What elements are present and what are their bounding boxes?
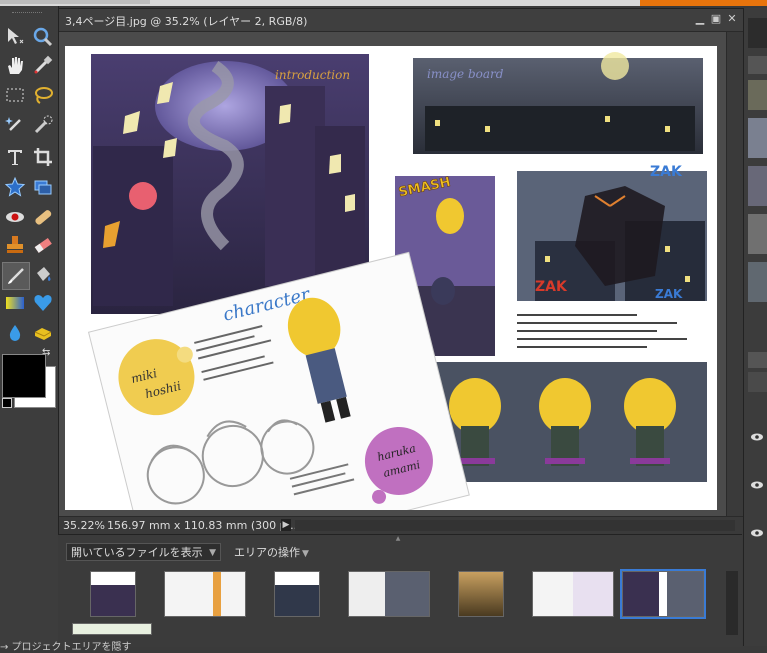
area-action-menu[interactable]: エリアの操作 ▼ [234,544,309,560]
eye-icon[interactable] [750,432,764,442]
document-dimensions: 156.97 mm x 110.83 mm (300 p... [107,519,298,532]
thumbnail-strip [66,567,716,639]
eyedropper-tool-icon[interactable] [30,52,56,78]
eye-icon[interactable] [750,480,764,490]
document-titlebar[interactable]: 3,4ページ目.jpg @ 35.2% (レイヤー 2, RGB/8) ▁ ▣ … [59,9,743,32]
hand-tool-icon[interactable] [2,52,28,78]
thumbnail-3[interactable] [274,571,320,617]
restore-icon[interactable]: ▣ [709,12,723,26]
bin-source-label: 開いているファイルを表示 [71,546,203,559]
quick-selection-tool-icon[interactable] [30,112,56,138]
blur-tool-icon[interactable] [2,320,28,346]
thumbnail-8[interactable] [72,623,152,635]
sfx-zak-2: ZAK [535,279,568,295]
vertical-scrollbar[interactable] [726,32,743,516]
thumbnail-5[interactable] [458,571,504,617]
toolbox-grip[interactable] [12,12,42,15]
board-label: image board [427,67,504,81]
magic-wand-tool-icon[interactable] [2,112,28,138]
brush-tool-icon[interactable] [2,262,30,290]
thumbnail-2[interactable] [164,571,246,617]
foreground-color-swatch[interactable] [2,354,46,398]
photo-bin: ▲ 開いているファイルを表示 ▼ エリアの操作 ▼ [58,534,742,647]
status-menu-arrow-icon[interactable]: ▶ [281,519,291,531]
paint-bucket-tool-icon[interactable] [30,262,56,288]
panel-thumb-4[interactable] [748,214,767,254]
menu-strip [0,0,150,4]
right-panel [743,8,767,646]
toolbox-panel: ⇆ [0,6,59,646]
shape-tool-icon[interactable] [2,174,28,200]
panel-section-1[interactable] [748,18,767,48]
panel-thumb-2[interactable] [748,118,767,158]
status-bar: 35.22% 156.97 mm x 110.83 mm (300 p... ▶ [59,516,743,534]
panel-section-2[interactable] [748,56,767,74]
sponge-tool-icon[interactable] [30,320,56,346]
zoom-tool-icon[interactable] [30,24,56,50]
marquee-tool-icon[interactable] [2,82,28,108]
gradient-tool-icon[interactable] [2,290,28,316]
layers-header[interactable] [748,352,767,368]
thumbnail-7-selected[interactable] [620,569,706,619]
thumbnail-6[interactable] [532,571,614,617]
document-window: 3,4ページ目.jpg @ 35.2% (レイヤー 2, RGB/8) ▁ ▣ … [58,8,744,534]
bin-scrollbar[interactable] [726,571,738,635]
default-colors-icon[interactable] [2,398,12,408]
thumbnail-1[interactable] [90,571,136,617]
minimize-icon[interactable]: ▁ [693,12,707,26]
layers-blend-mode[interactable] [748,372,767,392]
type-tool-icon[interactable] [2,144,28,170]
red-eye-tool-icon[interactable] [2,204,28,230]
intro-label: introduction [275,68,350,82]
chevron-down-icon: ▼ [209,548,216,558]
sfx-zak-1: ZAK [650,164,683,180]
crop-tool-icon[interactable] [30,144,56,170]
recompose-tool-icon[interactable] [30,174,56,200]
image-canvas[interactable]: introduction image board SMASH ZAK ZAK Z… [65,46,717,510]
thumbnail-4[interactable] [348,571,430,617]
zoom-readout[interactable]: 35.22% [63,519,105,532]
area-action-label: エリアの操作 [234,546,300,559]
accent-strip [640,0,767,6]
chevron-down-icon: ▼ [302,549,309,559]
close-icon[interactable]: ✕ [725,12,739,26]
custom-shape-tool-icon[interactable] [30,290,56,316]
canvas-area[interactable]: introduction image board SMASH ZAK ZAK Z… [59,32,727,516]
clone-stamp-tool-icon[interactable] [2,232,28,258]
swap-colors-icon[interactable]: ⇆ [42,347,50,358]
artwork-image: introduction image board SMASH ZAK ZAK Z… [87,52,707,510]
move-tool-icon[interactable] [2,24,28,50]
sfx-zak-3: ZAK [655,287,683,301]
application-top-strip [0,0,767,6]
bin-grip-icon[interactable]: ▲ [388,535,408,542]
document-title: 3,4ページ目.jpg @ 35.2% (レイヤー 2, RGB/8) [65,15,308,28]
bin-source-select[interactable]: 開いているファイルを表示 ▼ [66,543,221,561]
eye-icon[interactable] [750,528,764,538]
horizontal-scrollbar[interactable] [295,520,735,531]
panel-thumb-1[interactable] [748,80,767,110]
panel-thumb-3[interactable] [748,166,767,206]
healing-brush-tool-icon[interactable] [30,204,56,230]
eraser-tool-icon[interactable] [30,232,56,258]
lasso-tool-icon[interactable] [30,82,56,108]
panel-thumb-5[interactable] [748,262,767,302]
